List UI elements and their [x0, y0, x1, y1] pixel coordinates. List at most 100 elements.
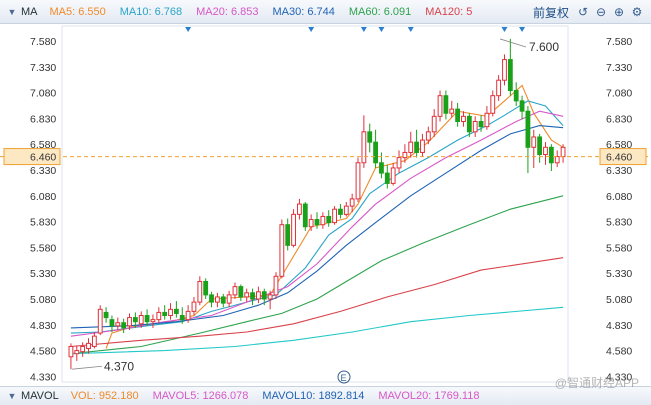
high-price-label: 7.600	[529, 40, 559, 54]
candle-body	[554, 156, 560, 164]
candle-body	[548, 146, 554, 164]
candle-body	[455, 108, 461, 122]
candle-body	[74, 350, 80, 355]
watermark: @智通财经APP	[554, 376, 639, 390]
volume-indicator-name[interactable]: MAVOL	[21, 390, 59, 402]
candle-body	[367, 131, 373, 143]
candle-body	[68, 345, 74, 358]
candle-body	[162, 311, 168, 317]
y-tick-right: 5.330	[606, 268, 632, 280]
high-pointer	[499, 38, 527, 48]
candle-body	[443, 95, 449, 114]
candle-body	[86, 342, 91, 350]
y-tick-left: 5.580	[30, 242, 56, 254]
candle-body	[97, 308, 103, 334]
candle-body	[338, 208, 343, 215]
candle-body	[144, 315, 150, 323]
y-tick-right: 4.580	[606, 346, 632, 358]
candle-body	[91, 335, 97, 347]
candle-body	[355, 162, 361, 200]
candle-body	[115, 322, 121, 327]
candle-body	[478, 120, 484, 128]
candle-body	[168, 308, 173, 317]
candle-body	[191, 301, 197, 312]
event-marker	[378, 27, 385, 32]
minus-icon[interactable]: ⊖	[593, 5, 609, 19]
candle-body	[414, 141, 420, 153]
candle-body	[437, 95, 443, 117]
indicator-dropdown-icon[interactable]: ▼	[3, 7, 21, 17]
candle-body	[203, 280, 209, 296]
event-marker	[501, 27, 508, 32]
candle-body	[396, 157, 402, 169]
indicator-name[interactable]: MA	[21, 6, 38, 18]
candle-body	[425, 131, 431, 141]
candle-body	[496, 79, 502, 97]
low-price-label: 4.370	[104, 359, 134, 373]
candle-body	[379, 162, 384, 174]
current-price-right: 6.460	[606, 152, 632, 164]
y-tick-left: 6.330	[30, 165, 56, 177]
candle-body	[320, 215, 326, 226]
candle-body	[121, 322, 127, 329]
candle-body	[390, 167, 396, 184]
candle-body	[138, 315, 144, 325]
candle-body	[461, 115, 466, 122]
settings-icon[interactable]: ⚙	[629, 5, 645, 19]
candle-body	[209, 294, 214, 303]
plot-frame	[61, 25, 569, 383]
candle-body	[273, 275, 279, 296]
candle-body	[80, 345, 86, 353]
ma60-label: MA60: 6.091	[348, 5, 412, 18]
refresh-icon[interactable]: ↺	[575, 5, 591, 19]
candle-body	[244, 292, 250, 298]
candle-body	[531, 136, 537, 148]
candle-body	[150, 319, 156, 323]
candle-body	[267, 294, 273, 300]
y-tick-left: 7.580	[30, 36, 56, 48]
y-tick-left: 4.580	[30, 346, 56, 358]
volume-indicator-bar: ▼ MAVOL VOL: 952.180 MAVOL5: 1266.078 MA…	[0, 386, 651, 405]
candle-body	[326, 215, 332, 224]
candle-body	[349, 198, 355, 207]
adjust-button[interactable]: 前复权	[533, 4, 569, 21]
volume-dropdown-icon[interactable]: ▼	[3, 391, 21, 401]
candle-body	[373, 141, 378, 164]
y-tick-right: 5.830	[606, 217, 632, 229]
event-marker	[185, 27, 192, 32]
candle-body	[109, 319, 115, 327]
candle-body	[431, 115, 437, 133]
candle-body	[179, 315, 185, 321]
mavol5-label: MAVOL5: 1266.078	[152, 390, 249, 402]
y-tick-left: 4.830	[30, 320, 56, 332]
mavol10-label: MAVOL10: 1892.814	[262, 390, 365, 402]
candle-body	[250, 292, 255, 300]
candle-body	[256, 291, 261, 300]
plus-icon[interactable]: ⊕	[611, 5, 627, 19]
candle-body	[232, 286, 238, 296]
candle-body	[537, 136, 543, 156]
y-tick-left: 7.080	[30, 88, 56, 100]
ma20-label: MA20: 6.853	[196, 5, 259, 18]
kline-chart[interactable]: 7.580 7.580 7.330 7.330 7.080 7.080 6.830 6.830…	[0, 24, 651, 386]
candle-body	[449, 108, 455, 114]
ma120-label: MA120: 5	[425, 5, 473, 18]
mavol20-label: MAVOL20: 1769.118	[378, 390, 480, 402]
vol-label: VOL: 952.180	[70, 390, 139, 402]
candle-body	[220, 296, 226, 304]
candle-body	[127, 317, 132, 327]
indicator-bar: ▼ MA MA5: 6.550 MA10: 6.768 MA20: 6.853 …	[0, 0, 651, 24]
y-tick-right: 7.580	[606, 36, 632, 48]
y-tick-left: 6.830	[30, 113, 56, 125]
event-marker	[308, 27, 315, 32]
current-price-left: 6.460	[30, 152, 56, 164]
candle-body	[314, 219, 320, 226]
candle-body	[472, 120, 478, 133]
candle-body	[156, 311, 162, 321]
y-tick-right: 6.830	[606, 113, 632, 125]
kline-panel: ▼ MA MA5: 6.550 MA10: 6.768 MA20: 6.853 …	[0, 0, 651, 405]
candle-body	[297, 203, 302, 215]
y-tick-right: 6.080	[606, 191, 632, 203]
ma30-label: MA30: 6.744	[272, 5, 335, 18]
candle-body	[420, 139, 425, 153]
